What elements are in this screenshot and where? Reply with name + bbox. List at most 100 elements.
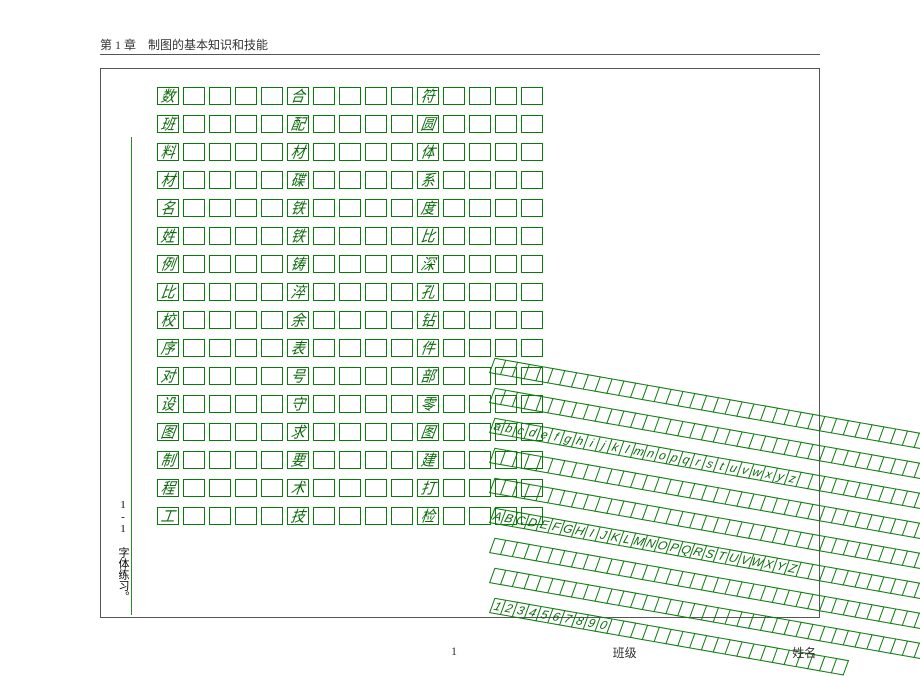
hanzi-cell xyxy=(339,451,361,469)
hanzi-cell xyxy=(235,143,257,161)
hanzi-cell xyxy=(235,367,257,385)
hanzi-cell xyxy=(261,115,283,133)
hanzi-cell xyxy=(339,115,361,133)
hanzi-cell: 余 xyxy=(287,311,309,329)
hanzi-row: 班配圆 xyxy=(157,115,527,133)
hanzi-cell: 钻 xyxy=(417,311,439,329)
hanzi-glyph: 深 xyxy=(419,255,436,273)
hanzi-cell xyxy=(235,311,257,329)
hanzi-glyph: 程 xyxy=(159,479,176,497)
hanzi-cell xyxy=(209,255,231,273)
hanzi-cell xyxy=(183,87,205,105)
hanzi-row: 设守零 xyxy=(157,395,527,413)
hanzi-cell: 设 xyxy=(157,395,179,413)
hanzi-cell: 班 xyxy=(157,115,179,133)
hanzi-cell xyxy=(365,171,387,189)
hanzi-cell: 程 xyxy=(157,479,179,497)
hanzi-cell xyxy=(235,339,257,357)
hanzi-cell: 铸 xyxy=(287,255,309,273)
hanzi-cell: 比 xyxy=(417,227,439,245)
hanzi-cell: 要 xyxy=(287,451,309,469)
hanzi-cell: 守 xyxy=(287,395,309,413)
hanzi-glyph: 对 xyxy=(159,367,176,385)
hanzi-glyph: 材 xyxy=(289,143,306,161)
hanzi-row: 料材体 xyxy=(157,143,527,161)
hanzi-glyph: 制 xyxy=(159,451,176,469)
hanzi-cell xyxy=(339,479,361,497)
hanzi-cell xyxy=(235,87,257,105)
hanzi-cell: 术 xyxy=(287,479,309,497)
hanzi-cell: 工 xyxy=(157,507,179,525)
hanzi-cell: 检 xyxy=(417,507,439,525)
hanzi-cell xyxy=(183,507,205,525)
hanzi-cell xyxy=(365,199,387,217)
hanzi-glyph: 守 xyxy=(289,395,306,413)
hanzi-row: 制要建 xyxy=(157,451,527,469)
hanzi-cell xyxy=(391,115,413,133)
hanzi-cell xyxy=(365,507,387,525)
header-rule xyxy=(100,54,820,55)
hanzi-cell xyxy=(183,311,205,329)
hanzi-glyph: 姓 xyxy=(159,227,176,245)
hanzi-cell xyxy=(443,115,465,133)
hanzi-cell xyxy=(261,227,283,245)
hanzi-cell: 姓 xyxy=(157,227,179,245)
hanzi-cell xyxy=(365,227,387,245)
hanzi-glyph: 名 xyxy=(159,199,176,217)
hanzi-glyph: 数 xyxy=(159,87,176,105)
hanzi-cell xyxy=(391,227,413,245)
hanzi-cell: 孔 xyxy=(417,283,439,301)
hanzi-cell xyxy=(313,115,335,133)
hanzi-glyph: 系 xyxy=(419,171,436,189)
hanzi-glyph: 班 xyxy=(159,115,176,133)
hanzi-cell xyxy=(391,87,413,105)
hanzi-glyph: 图 xyxy=(159,423,176,441)
hanzi-cell xyxy=(209,395,231,413)
hanzi-cell xyxy=(443,507,465,525)
hanzi-cell xyxy=(183,395,205,413)
hanzi-cell xyxy=(339,143,361,161)
hanzi-cell xyxy=(209,423,231,441)
hanzi-cell: 号 xyxy=(287,367,309,385)
hanzi-cell xyxy=(391,367,413,385)
hanzi-cell: 序 xyxy=(157,339,179,357)
hanzi-cell xyxy=(261,199,283,217)
hanzi-cell xyxy=(365,395,387,413)
hanzi-cell xyxy=(235,395,257,413)
hanzi-cell xyxy=(443,227,465,245)
hanzi-cell: 材 xyxy=(287,143,309,161)
hanzi-cell xyxy=(209,227,231,245)
hanzi-glyph: 材 xyxy=(159,171,176,189)
hanzi-cell: 合 xyxy=(287,87,309,105)
hanzi-glyph: 序 xyxy=(159,339,176,357)
hanzi-cell xyxy=(261,143,283,161)
hanzi-cell xyxy=(261,479,283,497)
hanzi-cell xyxy=(365,451,387,469)
page-number: 1 xyxy=(451,644,457,661)
hanzi-cell: 名 xyxy=(157,199,179,217)
hanzi-cell: 图 xyxy=(417,423,439,441)
hanzi-cell xyxy=(183,479,205,497)
hanzi-cell xyxy=(183,115,205,133)
hanzi-cell xyxy=(261,283,283,301)
hanzi-cell xyxy=(313,171,335,189)
hanzi-cell xyxy=(183,227,205,245)
hanzi-grid: 数合符班配圆料材体材碟系名铁度姓铁比例铸深比淬孔校余钻序表件对号部设守零图求图制… xyxy=(157,87,527,525)
hanzi-glyph: 碟 xyxy=(289,171,306,189)
hanzi-cell xyxy=(443,423,465,441)
hanzi-glyph: 检 xyxy=(419,507,436,525)
exercise-id: 1-1 xyxy=(117,499,129,535)
hanzi-cell: 数 xyxy=(157,87,179,105)
hanzi-cell xyxy=(365,423,387,441)
hanzi-glyph: 部 xyxy=(419,367,436,385)
footer: 1 班级 姓名 学号 xyxy=(451,644,920,661)
hanzi-cell xyxy=(235,423,257,441)
hanzi-cell xyxy=(235,451,257,469)
hanzi-cell xyxy=(391,171,413,189)
hanzi-cell xyxy=(313,451,335,469)
hanzi-row: 材碟系 xyxy=(157,171,527,189)
hanzi-glyph: 余 xyxy=(289,311,306,329)
exercise-title: 字体练习。 xyxy=(117,547,129,602)
hanzi-cell xyxy=(365,479,387,497)
hanzi-cell xyxy=(261,255,283,273)
